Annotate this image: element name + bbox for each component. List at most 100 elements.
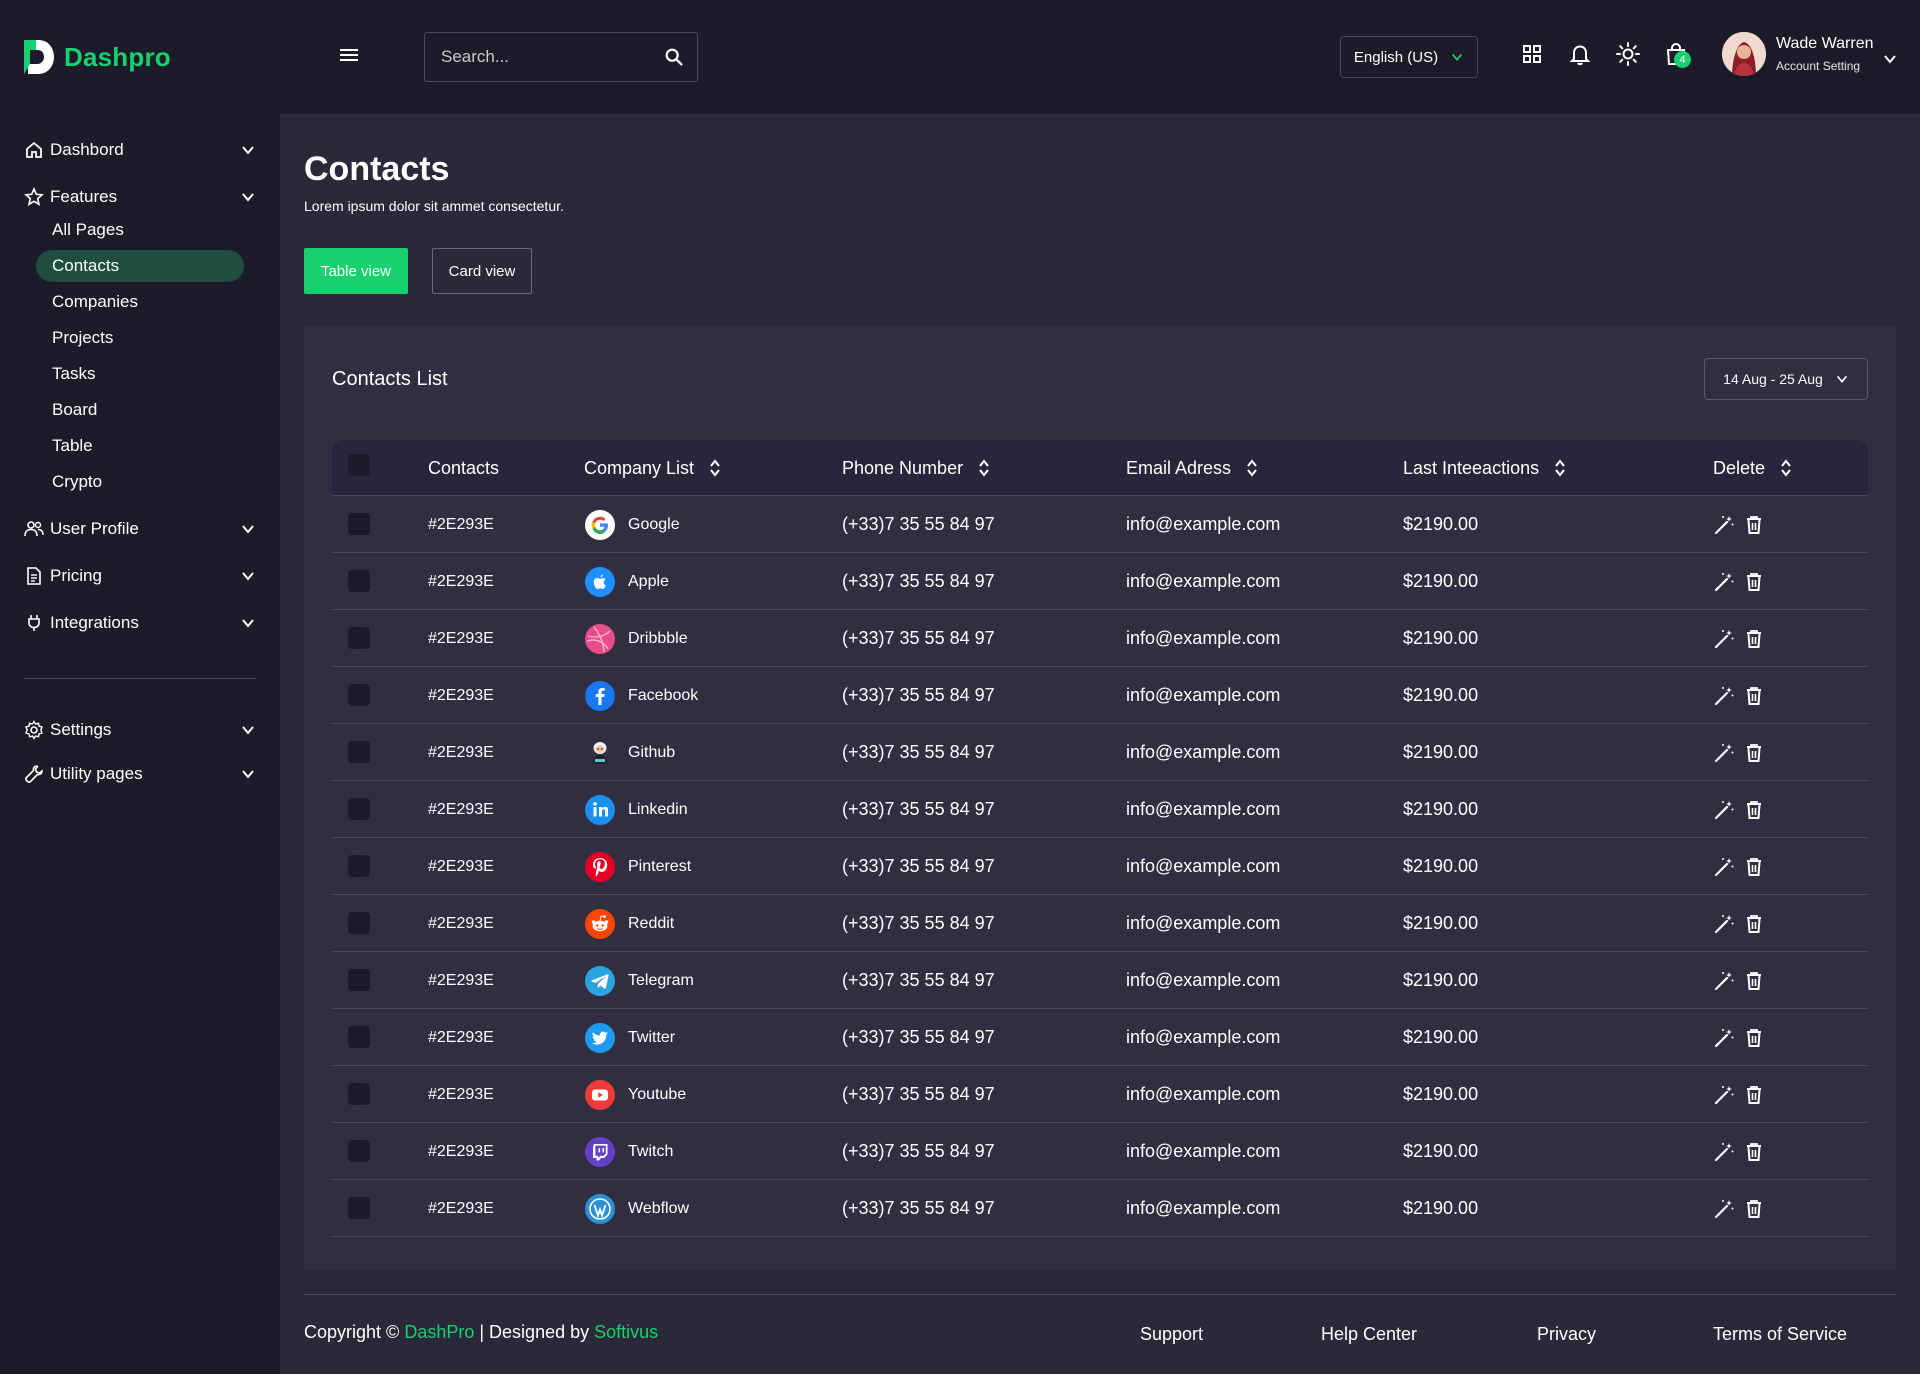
language-select[interactable]: English (US) xyxy=(1340,36,1478,78)
brand-logo[interactable]: Dashpro xyxy=(22,38,171,76)
row-checkbox[interactable] xyxy=(348,1140,370,1162)
edit-wand-icon[interactable] xyxy=(1713,913,1735,935)
footer-designer-link[interactable]: Softivus xyxy=(594,1322,658,1342)
edit-wand-icon[interactable] xyxy=(1713,856,1735,878)
menu-toggle-icon[interactable] xyxy=(340,46,364,68)
sidebar-item-projects[interactable]: Projects xyxy=(36,322,244,354)
row-checkbox[interactable] xyxy=(348,1197,370,1219)
sort-icon[interactable] xyxy=(708,458,722,478)
sidebar-item-contacts[interactable]: Contacts xyxy=(36,250,244,282)
sidebar-item-label: Utility pages xyxy=(50,764,143,783)
sort-icon[interactable] xyxy=(1779,458,1793,478)
date-range-label: 14 Aug - 25 Aug xyxy=(1723,371,1823,387)
sidebar-item-dashboard[interactable]: Dashbord xyxy=(24,140,256,160)
trash-icon[interactable] xyxy=(1743,685,1765,707)
sort-icon[interactable] xyxy=(977,458,991,478)
trash-icon[interactable] xyxy=(1743,913,1765,935)
sidebar-item-settings[interactable]: Settings xyxy=(24,720,256,740)
sidebar-item-companies[interactable]: Companies xyxy=(36,286,244,318)
edit-wand-icon[interactable] xyxy=(1713,742,1735,764)
edit-wand-icon[interactable] xyxy=(1713,1084,1735,1106)
column-label: Last Inteeactions xyxy=(1403,457,1540,478)
edit-wand-icon[interactable] xyxy=(1713,571,1735,593)
sidebar-item-integrations[interactable]: Integrations xyxy=(24,613,256,633)
footer-divider xyxy=(304,1294,1896,1295)
footer-link-help-center[interactable]: Help Center xyxy=(1321,1324,1417,1345)
sort-icon[interactable] xyxy=(1553,458,1567,478)
select-all-checkbox[interactable] xyxy=(348,454,370,476)
sidebar-item-utility-pages[interactable]: Utility pages xyxy=(24,764,256,784)
email-cell: info@example.com xyxy=(1126,1141,1281,1161)
row-checkbox[interactable] xyxy=(348,570,370,592)
trash-icon[interactable] xyxy=(1743,742,1765,764)
sort-icon[interactable] xyxy=(1245,458,1259,478)
edit-wand-icon[interactable] xyxy=(1713,970,1735,992)
trash-icon[interactable] xyxy=(1743,856,1765,878)
trash-icon[interactable] xyxy=(1743,571,1765,593)
email-cell: info@example.com xyxy=(1126,1027,1281,1047)
footer-link-privacy[interactable]: Privacy xyxy=(1537,1324,1596,1345)
row-checkbox[interactable] xyxy=(348,969,370,991)
footer-link-support[interactable]: Support xyxy=(1140,1324,1203,1345)
actions-cell xyxy=(1713,553,1773,610)
footer-link-terms[interactable]: Terms of Service xyxy=(1713,1324,1847,1345)
sidebar-divider xyxy=(24,678,256,679)
row-checkbox[interactable] xyxy=(348,513,370,535)
search-input[interactable] xyxy=(425,47,663,67)
twitter-icon xyxy=(584,1022,616,1054)
trash-icon[interactable] xyxy=(1743,1084,1765,1106)
row-checkbox[interactable] xyxy=(348,855,370,877)
contact-id-cell: #2E293E xyxy=(428,971,494,989)
company-name: Pinterest xyxy=(628,857,692,875)
email-cell: info@example.com xyxy=(1126,514,1281,534)
edit-wand-icon[interactable] xyxy=(1713,799,1735,821)
edit-wand-icon[interactable] xyxy=(1713,1141,1735,1163)
card-view-button[interactable]: Card view xyxy=(432,248,532,294)
row-checkbox[interactable] xyxy=(348,1026,370,1048)
search-icon[interactable] xyxy=(663,46,685,68)
edit-wand-icon[interactable] xyxy=(1713,514,1735,536)
company-name: Google xyxy=(628,515,680,533)
row-checkbox[interactable] xyxy=(348,684,370,706)
apps-grid-icon[interactable] xyxy=(1518,40,1546,68)
trash-icon[interactable] xyxy=(1743,514,1765,536)
trash-icon[interactable] xyxy=(1743,970,1765,992)
sidebar-item-features[interactable]: Features xyxy=(24,187,256,207)
email-cell: info@example.com xyxy=(1126,970,1281,990)
edit-wand-icon[interactable] xyxy=(1713,628,1735,650)
trash-icon[interactable] xyxy=(1743,799,1765,821)
trash-icon[interactable] xyxy=(1743,1198,1765,1220)
trash-icon[interactable] xyxy=(1743,1027,1765,1049)
edit-wand-icon[interactable] xyxy=(1713,1198,1735,1220)
sidebar-item-table[interactable]: Table xyxy=(36,430,244,462)
sidebar-item-board[interactable]: Board xyxy=(36,394,244,426)
table-view-button[interactable]: Table view xyxy=(304,248,408,294)
row-checkbox[interactable] xyxy=(348,741,370,763)
trash-icon[interactable] xyxy=(1743,628,1765,650)
actions-cell xyxy=(1713,895,1773,952)
sidebar-item-tasks[interactable]: Tasks xyxy=(36,358,244,390)
row-checkbox[interactable] xyxy=(348,912,370,934)
chevron-down-icon xyxy=(242,770,254,779)
youtube-icon xyxy=(584,1079,616,1111)
sidebar: Dashbord Features All Pages Contacts Com… xyxy=(0,114,280,1374)
sidebar-item-user-profile[interactable]: User Profile xyxy=(24,519,256,539)
bell-icon[interactable] xyxy=(1566,40,1594,68)
trash-icon[interactable] xyxy=(1743,1141,1765,1163)
sidebar-item-pricing[interactable]: Pricing xyxy=(24,566,256,586)
company-name: Reddit xyxy=(628,914,675,932)
row-checkbox[interactable] xyxy=(348,627,370,649)
footer-brand-link[interactable]: DashPro xyxy=(404,1322,474,1342)
date-range-select[interactable]: 14 Aug - 25 Aug xyxy=(1704,358,1868,400)
row-checkbox[interactable] xyxy=(348,1083,370,1105)
edit-wand-icon[interactable] xyxy=(1713,1027,1735,1049)
sidebar-item-crypto[interactable]: Crypto xyxy=(36,466,244,498)
sun-theme-icon[interactable] xyxy=(1614,40,1642,68)
sidebar-item-all-pages[interactable]: All Pages xyxy=(36,214,244,246)
contacts-panel: Contacts List 14 Aug - 25 Aug Contacts C… xyxy=(304,326,1896,1270)
table-row: #2E293E Twitter (+33)7 35 55 84 97 info@exa… xyxy=(332,1009,1868,1066)
table-row: #2E293E Google (+33)7 35 55 84 97 info@exam… xyxy=(332,496,1868,553)
user-menu[interactable]: Wade Warren Account Setting xyxy=(1722,32,1898,76)
row-checkbox[interactable] xyxy=(348,798,370,820)
edit-wand-icon[interactable] xyxy=(1713,685,1735,707)
